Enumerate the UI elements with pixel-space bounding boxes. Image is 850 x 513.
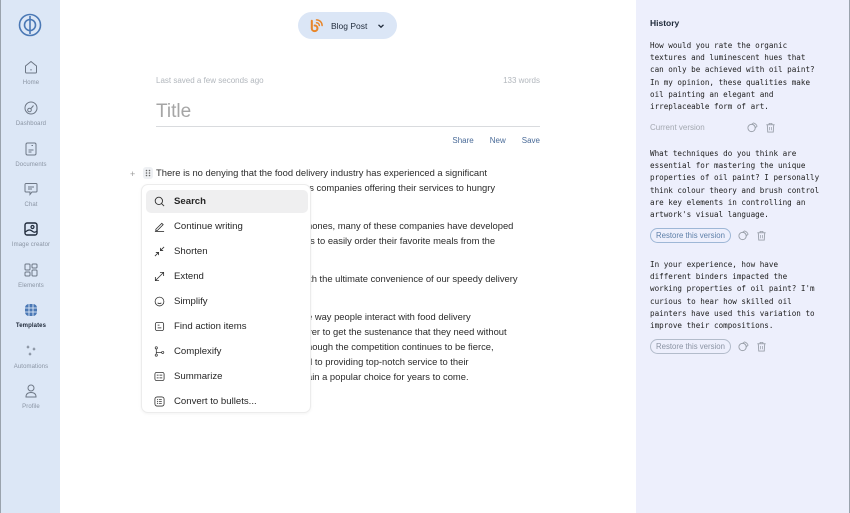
- document-type-label: Blog Post: [331, 20, 368, 31]
- word-count: 133 words: [503, 76, 540, 85]
- sidebar-item-label: Profile: [22, 404, 40, 410]
- paragraph-line[interactable]: ver to get the sustenance that they need…: [307, 324, 507, 339]
- sidebar-item-automations[interactable]: Automations: [1, 343, 61, 370]
- history-entry-text: How would you rate the organic textures …: [650, 41, 815, 112]
- paragraph-line[interactable]: d to providing top-notch service to thei…: [307, 354, 469, 369]
- blog-icon: [310, 19, 323, 33]
- bullets-icon: [154, 396, 165, 407]
- paragraph-line[interactable]: ain a popular choice for years to come.: [307, 369, 469, 384]
- save-button[interactable]: Save: [522, 136, 540, 145]
- sidebar-item-dashboard[interactable]: Dashboard: [1, 100, 61, 127]
- menu-item-search[interactable]: Search: [146, 190, 308, 213]
- shorten-icon: [154, 246, 165, 257]
- menu-item-simplify[interactable]: Simplify: [146, 290, 308, 313]
- sidebar-item-label: Image creator: [11, 242, 51, 248]
- history-entry-text: What techniques do you think are essenti…: [650, 149, 820, 220]
- sidebar-item-label: Automations: [13, 364, 49, 370]
- chevron-down-icon: [378, 23, 385, 28]
- menu-item-shorten[interactable]: Shorten: [146, 240, 308, 263]
- menu-item-extend[interactable]: Extend: [146, 265, 308, 288]
- profile-icon: [25, 384, 37, 398]
- paragraph-line[interactable]: rs to easily order their favorite meals …: [307, 233, 495, 248]
- editor-meta: Last saved a few seconds ago 133 words: [156, 76, 540, 85]
- paragraph-line[interactable]: ith the ultimate convenience of our spee…: [307, 271, 518, 286]
- sidebar-item-label: Dashboard: [15, 121, 47, 127]
- history-title: History: [650, 18, 680, 28]
- history-entry: How would you rate the organic textures …: [650, 40, 845, 135]
- sidebar-item-chat[interactable]: Chat: [1, 181, 61, 208]
- trash-icon[interactable]: [756, 230, 767, 241]
- sidebar: Home Dashboard Documents Chat Image crea…: [0, 0, 60, 513]
- paragraph-line[interactable]: There is no denying that the food delive…: [156, 165, 487, 180]
- complexify-icon: [154, 346, 165, 357]
- automations-icon: [26, 345, 36, 356]
- history-entry-text: In your experience, how have different b…: [650, 260, 815, 331]
- dashboard-icon: [24, 101, 38, 115]
- menu-item-summarize[interactable]: Summarize: [146, 365, 308, 388]
- menu-item-complexify[interactable]: Complexify: [146, 340, 308, 363]
- restore-version-button[interactable]: Restore this version: [650, 338, 731, 354]
- search-icon: [154, 196, 165, 207]
- new-button[interactable]: New: [490, 136, 506, 145]
- summarize-icon: [154, 371, 165, 382]
- sidebar-item-documents[interactable]: Documents: [1, 141, 61, 168]
- menu-item-convert-to-bullets[interactable]: Convert to bullets...: [146, 390, 308, 413]
- share-button[interactable]: Share: [452, 136, 473, 145]
- sidebar-item-image-creator[interactable]: Image creator: [1, 221, 61, 248]
- add-block-button[interactable]: +: [130, 169, 135, 179]
- sidebar-item-label: Elements: [18, 283, 44, 289]
- menu-item-find-action-items[interactable]: Find action items: [146, 315, 308, 338]
- pencil-icon: [154, 222, 165, 232]
- paragraph-line[interactable]: e way people interact with food delivery: [307, 309, 471, 324]
- copy-icon[interactable]: [738, 230, 749, 241]
- sidebar-item-home[interactable]: Home: [1, 59, 61, 86]
- title-input[interactable]: [156, 97, 540, 127]
- trash-icon[interactable]: [765, 122, 776, 133]
- sidebar-item-label: Templates: [15, 323, 47, 329]
- paragraph-line[interactable]: us companies offering their services to …: [304, 180, 495, 195]
- editor-actions: Share New Save: [452, 136, 540, 145]
- image-icon: [24, 222, 38, 236]
- drag-handle-icon[interactable]: [143, 167, 153, 179]
- paragraph-line[interactable]: hones, many of these companies have deve…: [307, 218, 513, 233]
- elements-icon: [24, 263, 38, 277]
- paragraph-line[interactable]: hough the competition continues to be fi…: [307, 339, 494, 354]
- app-logo-icon[interactable]: [18, 13, 42, 37]
- history-entry: What techniques do you think are essenti…: [650, 148, 845, 243]
- history-entry: In your experience, how have different b…: [650, 259, 845, 354]
- sidebar-item-label: Home: [22, 80, 40, 86]
- templates-icon: [25, 304, 37, 316]
- current-version-label: Current version: [650, 122, 705, 132]
- chat-icon: [24, 183, 38, 196]
- restore-version-button[interactable]: Restore this version: [650, 227, 731, 243]
- sidebar-item-profile[interactable]: Profile: [1, 383, 61, 410]
- home-icon: [25, 60, 37, 74]
- sidebar-item-label: Documents: [15, 162, 47, 168]
- sidebar-item-elements[interactable]: Elements: [1, 262, 61, 289]
- document-type-dropdown[interactable]: Blog Post: [298, 12, 397, 39]
- last-saved-status: Last saved a few seconds ago: [156, 76, 264, 85]
- copy-icon[interactable]: [747, 122, 758, 133]
- extend-icon: [154, 271, 165, 282]
- history-panel: History How would you rate the organic t…: [636, 0, 850, 513]
- copy-icon[interactable]: [738, 341, 749, 352]
- simplify-icon: [154, 296, 165, 307]
- sidebar-item-templates[interactable]: Templates: [1, 302, 61, 329]
- action-items-icon: [154, 321, 165, 332]
- trash-icon[interactable]: [756, 341, 767, 352]
- document-icon: [25, 142, 37, 156]
- sidebar-item-label: Chat: [24, 202, 38, 208]
- ai-actions-menu: Search Continue writing Shorten Extend S…: [141, 184, 311, 413]
- menu-item-continue-writing[interactable]: Continue writing: [146, 215, 308, 238]
